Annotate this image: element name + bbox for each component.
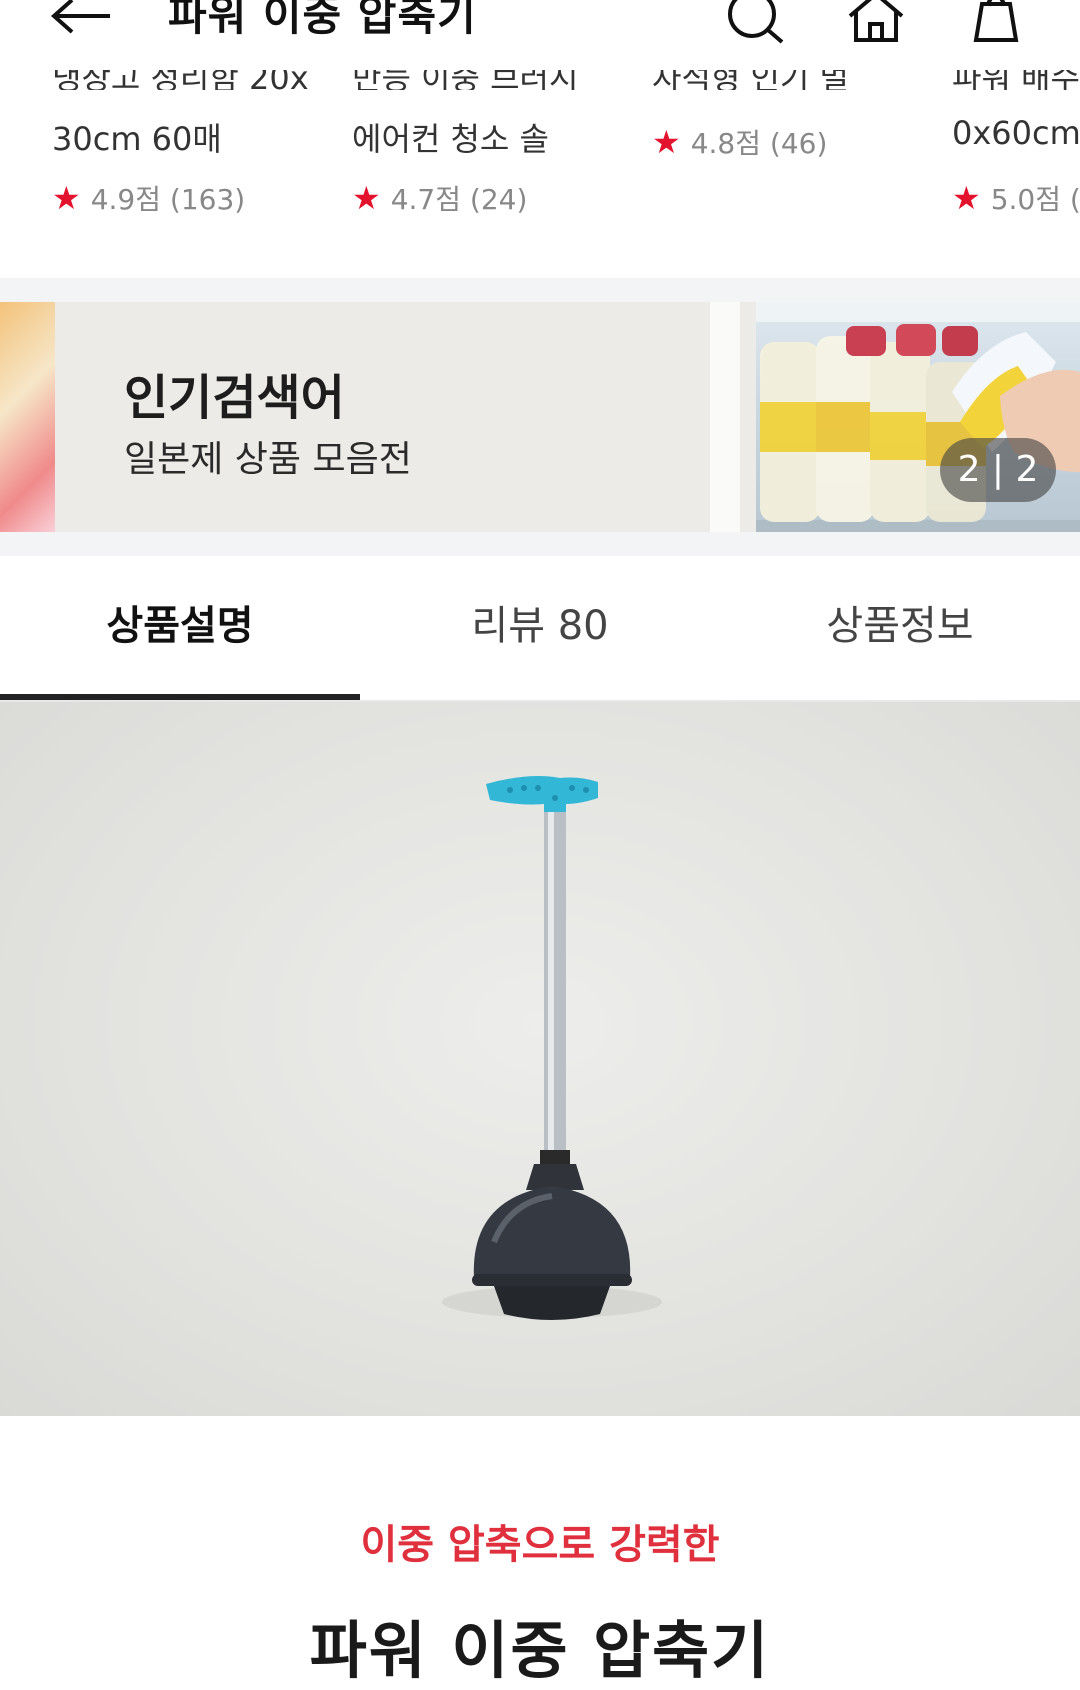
active-tab-indicator — [0, 694, 360, 700]
product-tabs: 상품설명 리뷰 80 상품정보 — [0, 556, 1080, 703]
home-button[interactable] — [846, 0, 906, 46]
banner-subtitle: 일본제 상품 모음전 — [124, 439, 412, 480]
product-card[interactable]: 자석형 인기 멀 ★ 4.8점 (46) — [652, 58, 922, 278]
banner-divider — [710, 302, 740, 532]
product-hero-image — [0, 702, 1080, 1416]
banner-title: 인기검색어 — [124, 370, 345, 426]
product-name: 30cm 60매 — [52, 120, 222, 158]
back-arrow-icon — [50, 0, 110, 34]
promo-banner[interactable]: 인기검색어 일본제 상품 모음전 2 | 2 — [0, 302, 1080, 532]
rating: ★ 5.0점 ( — [952, 179, 1080, 217]
banner-page-counter: 2 | 2 — [940, 438, 1056, 502]
top-app-bar: 파워 이중 압축기 — [0, 0, 1080, 70]
shopping-bag-icon — [973, 0, 1019, 42]
product-card[interactable]: 만능 이중 브러시 에어컨 청소 솔 ★ 4.7점 (24) — [352, 58, 622, 278]
product-card[interactable]: 냉장고 정리함 20x 30cm 60매 ★ 4.9점 (163) — [52, 58, 322, 278]
rating: ★ 4.9점 (163) — [52, 179, 246, 217]
rating: ★ 4.7점 (24) — [352, 179, 528, 217]
section-divider — [0, 278, 1080, 302]
star-icon: ★ — [952, 179, 981, 217]
page-title: 파워 이중 압축기 — [168, 0, 477, 40]
home-icon — [848, 0, 904, 42]
banner-previous-image — [0, 302, 55, 532]
product-card[interactable]: 파워 배수 0x60cm ★ 5.0점 ( — [952, 58, 1080, 278]
search-icon — [728, 0, 784, 44]
star-icon: ★ — [652, 123, 681, 161]
tab-reviews[interactable]: 리뷰 80 — [360, 556, 720, 700]
product-name: 에어컨 청소 솔 — [352, 120, 549, 158]
tab-product-info[interactable]: 상품정보 — [720, 556, 1080, 700]
plunger-image — [442, 776, 662, 1320]
product-name: 0x60cm — [952, 114, 1080, 152]
description-title: 파워 이중 압축기 — [309, 1614, 771, 1687]
description-subtitle: 이중 압축으로 강력한 — [360, 1522, 720, 1568]
search-button[interactable] — [724, 0, 788, 46]
section-divider — [0, 532, 1080, 556]
recommended-products: 냉장고 정리함 20x 30cm 60매 ★ 4.9점 (163) 만능 이중 브… — [0, 58, 1080, 278]
back-button[interactable] — [50, 0, 120, 40]
rating: ★ 4.8점 (46) — [652, 123, 828, 161]
cart-button[interactable] — [966, 0, 1026, 46]
tab-product-description[interactable]: 상품설명 — [0, 556, 360, 700]
star-icon: ★ — [52, 179, 81, 217]
star-icon: ★ — [352, 179, 381, 217]
